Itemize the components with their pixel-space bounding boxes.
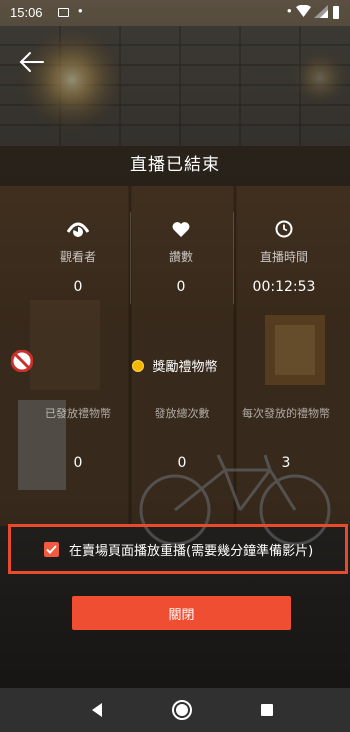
close-button[interactable]: 關閉 — [72, 596, 291, 630]
replay-option-label: 在賣場頁面播放重播(需要幾分鐘準備影片) — [69, 543, 314, 559]
stat-label: 觀看者 — [59, 250, 96, 264]
notification-dot: • — [78, 3, 83, 18]
gift-stat-value: 0 — [73, 455, 83, 471]
gift-stat-label: 發放總次數 — [154, 407, 210, 420]
reward-heading: 獎勵禮物幣 — [0, 356, 350, 375]
nav-recents-icon[interactable] — [255, 698, 279, 722]
gift-stat-value: 0 — [177, 455, 187, 471]
stat-value: 0 — [176, 279, 186, 295]
gift-stat-value: 3 — [281, 455, 291, 471]
message-icon — [58, 8, 69, 17]
replay-option-row[interactable]: 在賣場頁面播放重播(需要幾分鐘準備影片) — [8, 524, 348, 574]
eye-icon — [67, 222, 89, 237]
back-arrow-icon — [19, 52, 44, 72]
gift-stat-label: 已發放禮物幣 — [45, 407, 111, 420]
stat-likes: 讚數 0 — [131, 218, 231, 295]
system-nav-bar — [0, 688, 350, 732]
back-button[interactable] — [18, 50, 46, 74]
clock-icon — [275, 220, 293, 238]
stat-label: 直播時間 — [259, 250, 308, 264]
status-time: 15:06 — [10, 5, 43, 20]
coin-icon — [132, 359, 145, 372]
gift-stat-per-drop: 每次發放的禮物幣 3 — [234, 405, 338, 471]
stat-value: 0 — [73, 279, 83, 295]
replay-checkbox[interactable] — [44, 541, 59, 557]
gift-stat-sent: 已發放禮物幣 0 — [26, 405, 130, 471]
battery-icon — [333, 6, 339, 19]
signal-icon — [314, 5, 328, 18]
stat-label: 讚數 — [168, 250, 193, 264]
notification-dot: • — [287, 3, 292, 18]
reward-heading-label: 獎勵禮物幣 — [152, 360, 218, 375]
live-ended-screen: 15:06 • • 直播已結束 觀看者 0 讚數 0 直播時間 00:12:53… — [0, 0, 350, 732]
gift-stat-times: 發放總次數 0 — [130, 405, 234, 471]
nav-home-icon[interactable] — [170, 698, 194, 722]
status-bar: 15:06 • • — [0, 0, 350, 26]
wifi-icon — [296, 5, 311, 17]
stat-value: 00:12:53 — [252, 279, 316, 295]
nav-back-icon[interactable] — [85, 698, 109, 722]
stat-viewers: 觀看者 0 — [28, 218, 128, 295]
heart-icon — [172, 222, 190, 237]
stat-duration: 直播時間 00:12:53 — [234, 218, 334, 295]
page-title: 直播已結束 — [130, 155, 220, 175]
checkmark-icon — [46, 544, 57, 554]
gift-stat-label: 每次發放的禮物幣 — [242, 407, 330, 420]
